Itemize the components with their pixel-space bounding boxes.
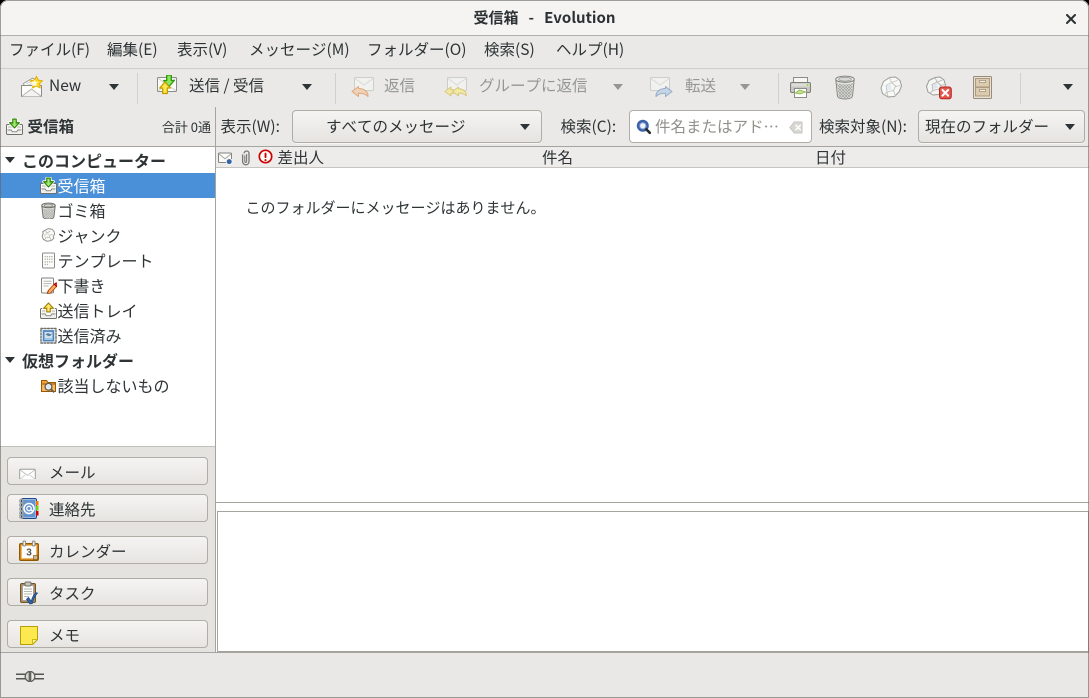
svg-text:3: 3	[26, 548, 32, 559]
